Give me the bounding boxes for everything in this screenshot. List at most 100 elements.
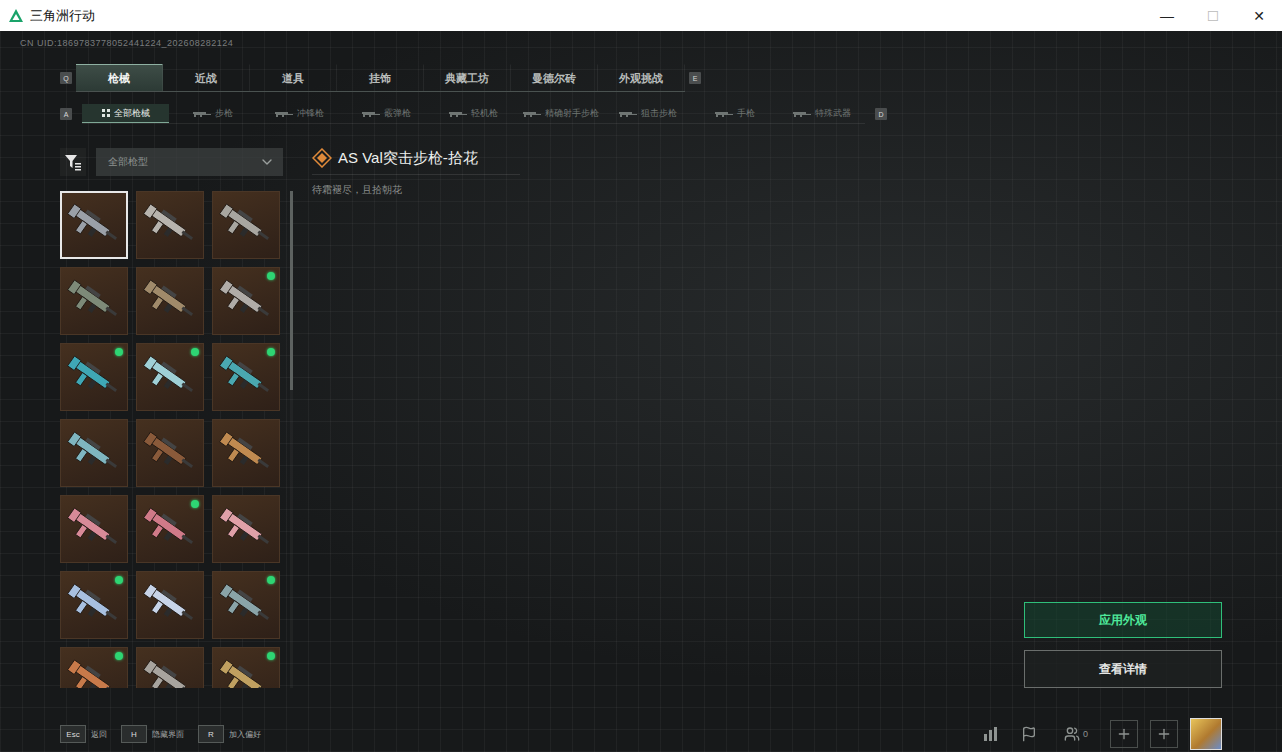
report-button[interactable] [1016,721,1042,747]
weapon-type-dropdown[interactable]: 全部枪型 [96,148,283,176]
skin-card[interactable] [60,343,128,411]
uid-label: CN UID:1869783778052441224_202608282124 [20,37,1282,49]
skin-detail: AS Val突击步枪-拾花待霜褪尽，且拾朝花 [312,148,1024,720]
skin-card[interactable] [212,343,280,411]
add-button[interactable] [1150,720,1178,748]
skin-card[interactable] [136,267,204,335]
skin-card[interactable] [136,495,204,563]
main-area: 全部枪型 AS Val突击步枪-拾花待霜褪尽，且拾朝花应用外观查看详情 [0,148,1282,720]
new-dot [115,576,123,584]
skin-card[interactable] [60,419,128,487]
new-dot [115,348,123,356]
weapon-skin-icon [64,423,124,483]
window-control-button[interactable]: — [1144,0,1190,31]
player-avatar[interactable] [1190,718,1222,750]
gun-type-icon [793,110,811,117]
weapon-skin-icon [140,423,200,483]
key-hint-item[interactable]: Esc返回 [60,725,107,743]
key-hint: A [60,108,72,120]
gun-type-icon [523,110,541,117]
weapon-type-tab[interactable]: 精确射手步枪 [517,104,604,123]
skin-card[interactable] [60,191,128,259]
skin-card[interactable] [212,647,280,688]
add-button[interactable] [1110,720,1138,748]
skin-title: AS Val突击步枪-拾花 [338,149,478,168]
weapon-type-tab[interactable]: 轻机枪 [430,104,517,123]
weapon-type-tab[interactable]: 全部枪械 [82,104,169,123]
filter-button[interactable] [60,148,86,176]
gun-type-icon [715,110,733,117]
weapon-skin-icon [64,271,124,331]
window-control-button[interactable]: ☐ [1190,0,1236,31]
skin-card[interactable] [212,571,280,639]
skin-card[interactable] [136,343,204,411]
key-cap: R [198,725,224,743]
scrollbar[interactable] [290,191,293,688]
friends-icon [1064,726,1080,742]
category-tab[interactable]: 枪械 [76,64,163,91]
skin-card[interactable] [136,571,204,639]
window-control-button[interactable]: ✕ [1236,0,1282,31]
filter-icon [64,153,82,171]
category-tab[interactable]: 曼德尔砖 [511,64,598,91]
skin-card[interactable] [212,267,280,335]
weapon-type-tab[interactable]: 狙击步枪 [604,104,691,123]
action-panel: 应用外观查看详情 [1024,148,1222,720]
skin-card[interactable] [136,191,204,259]
new-dot [267,652,275,660]
key-hint: D [875,108,887,120]
skin-list-panel: 全部枪型 [60,148,296,720]
window-title: 三角洲行动 [30,7,1144,25]
new-dot [267,576,275,584]
app-window: 三角洲行动—☐✕ CN UID:1869783778052441224_20260… [0,0,1282,752]
key-hint-item[interactable]: H隐藏界面 [121,725,184,743]
key-hint: Q [60,72,72,84]
weapon-skin-icon [216,271,276,331]
weapon-type-tab[interactable]: 冲锋枪 [256,104,343,123]
rarity-icon [312,148,332,168]
friends-button[interactable]: 0 [1064,726,1088,742]
category-tab[interactable]: 典藏工坊 [424,64,511,91]
key-cap: H [121,725,147,743]
weapon-type-tab[interactable]: 霰弹枪 [343,104,430,123]
gun-type-icon [449,110,467,117]
category-tab[interactable]: 挂饰 [337,64,424,91]
weapon-skin-icon [64,195,124,255]
plus-icon [1116,726,1132,742]
gun-type-icon [362,110,380,117]
category-tab[interactable]: 道具 [250,64,337,91]
weapon-skin-icon [216,195,276,255]
details-button[interactable]: 查看详情 [1024,650,1222,688]
weapon-type-tab[interactable]: 手枪 [691,104,778,123]
category-tabs: Q枪械近战道具挂饰典藏工坊曼德尔砖外观挑战E [60,64,728,92]
scrollbar-thumb[interactable] [290,191,293,390]
weapon-type-tab[interactable]: 特殊武器 [778,104,865,123]
weapon-skin-icon [140,575,200,635]
skin-card[interactable] [60,495,128,563]
new-dot [267,272,275,280]
gun-type-icon [193,110,211,117]
flag-icon [1021,726,1037,742]
weapon-type-tab[interactable]: 步枪 [169,104,256,123]
weapon-skin-icon [64,347,124,407]
chart-icon [983,726,999,742]
skin-card[interactable] [136,647,204,688]
skin-card[interactable] [60,647,128,688]
new-dot [267,348,275,356]
skin-grid [60,191,280,688]
stats-button[interactable] [978,721,1004,747]
category-tab[interactable]: 外观挑战 [598,64,685,91]
skin-card[interactable] [212,191,280,259]
plus-icon [1156,726,1172,742]
category-tab[interactable]: 近战 [163,64,250,91]
key-hint-item[interactable]: R加入偏好 [198,725,261,743]
gun-type-icon [275,110,293,117]
skin-card[interactable] [212,419,280,487]
logo-icon [8,8,24,24]
skin-card[interactable] [60,571,128,639]
skin-card[interactable] [212,495,280,563]
apply-button[interactable]: 应用外观 [1024,602,1222,638]
skin-card[interactable] [60,267,128,335]
bottom-bar: Esc返回 H隐藏界面 R加入偏好 0 [0,720,1282,748]
skin-card[interactable] [136,419,204,487]
